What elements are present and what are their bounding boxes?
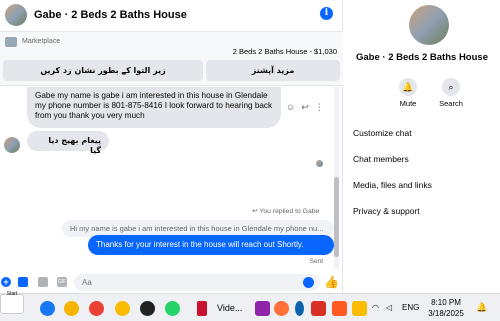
mute-button[interactable]: 🔔 Mute: [388, 78, 428, 108]
more-icon[interactable]: ⋮: [315, 102, 324, 113]
chat-pane: Gabe · 2 Beds 2 Baths House i Marketplac…: [0, 0, 343, 293]
chatgpt-icon[interactable]: [140, 301, 155, 316]
sound-icon[interactable]: ◁: [386, 303, 392, 312]
start-label: Start: [6, 291, 18, 297]
bluetooth-icon[interactable]: [295, 301, 304, 316]
message-input[interactable]: [74, 274, 320, 291]
like-icon[interactable]: 👍: [324, 275, 339, 289]
message-actions: ☺ ↩ ⋮: [286, 102, 324, 113]
marketplace-label: Marketplace: [22, 38, 61, 45]
search-icon: ⌕: [442, 78, 460, 96]
mute-label: Mute: [399, 99, 417, 108]
incoming-message[interactable]: پیغام بھیج دیا گیا: [27, 131, 109, 155]
chrome-icon[interactable]: [89, 301, 104, 316]
time-text: 8:10 PM: [431, 298, 461, 307]
reply-note: ↩ You replied to Gabe: [252, 208, 320, 215]
nba-icon[interactable]: [197, 301, 207, 316]
message-status: Sent: [309, 258, 323, 265]
whatsapp-icon[interactable]: [165, 301, 180, 316]
taskbar: Start Vide... ◠ ◁ ENG 8:10 PM 3/18/2025 …: [0, 291, 500, 321]
info-icon[interactable]: i: [320, 7, 333, 20]
plus-icon[interactable]: +: [1, 277, 11, 287]
listing-title[interactable]: 2 Beds 2 Baths House - $1,030: [233, 47, 337, 56]
chat-members-item[interactable]: Chat members: [353, 154, 409, 164]
clock[interactable]: 8:10 PM 3/18/2025: [425, 297, 467, 319]
mark-pending-button[interactable]: زیر التوا کے بطور نشان زد کریں: [3, 60, 203, 81]
scrollbar[interactable]: [334, 87, 339, 269]
app-icon[interactable]: [352, 301, 367, 316]
app-icon[interactable]: [332, 301, 347, 316]
composer: + GIF 👍: [0, 272, 343, 293]
wifi-icon[interactable]: ◠: [372, 303, 379, 312]
avatar[interactable]: [409, 5, 449, 45]
avatar[interactable]: [4, 137, 20, 153]
privacy-support-item[interactable]: Privacy & support: [353, 206, 420, 216]
search-label: Search: [439, 99, 463, 108]
video-taskbar-item[interactable]: Vide...: [217, 303, 242, 313]
details-pane: Gabe · 2 Beds 2 Baths House 🔔 Mute ⌕ Sea…: [344, 0, 500, 293]
reply-icon[interactable]: ↩: [301, 102, 309, 113]
gif-icon[interactable]: GIF: [57, 277, 67, 287]
chat-title[interactable]: Gabe · 2 Beds 2 Baths House: [34, 9, 187, 21]
chat-header: Gabe · 2 Beds 2 Baths House i: [0, 0, 343, 30]
avatar[interactable]: [5, 4, 27, 26]
app-icon[interactable]: [311, 301, 326, 316]
facebook-icon[interactable]: [40, 301, 55, 316]
photo-icon[interactable]: [18, 277, 28, 287]
app-icon[interactable]: [255, 301, 270, 316]
incoming-message[interactable]: Gabe my name is gabe i am interested in …: [27, 87, 281, 128]
search-button[interactable]: ⌕ Search: [431, 78, 471, 108]
seen-avatar: [316, 160, 323, 167]
details-title: Gabe · 2 Beds 2 Baths House: [356, 52, 488, 63]
listing-thumbnail[interactable]: [5, 37, 17, 47]
sticker-icon[interactable]: [38, 277, 48, 287]
outgoing-message[interactable]: Thanks for your interest in the house wi…: [88, 235, 334, 255]
notification-icon[interactable]: 🔔: [476, 302, 487, 313]
start-button[interactable]: Start: [0, 291, 24, 314]
paint-icon[interactable]: [64, 301, 79, 316]
emoji-react-icon[interactable]: ☺: [286, 102, 295, 113]
emoji-icon[interactable]: [303, 277, 314, 288]
messenger-window: Gabe · 2 Beds 2 Baths House i Marketplac…: [0, 0, 500, 293]
language-indicator[interactable]: ENG: [402, 303, 419, 312]
firefox-icon[interactable]: [274, 301, 289, 316]
scroll-thumb[interactable]: [334, 177, 339, 257]
date-text: 3/18/2025: [428, 309, 464, 318]
bell-icon: 🔔: [399, 78, 417, 96]
customize-chat-item[interactable]: Customize chat: [353, 128, 412, 138]
media-files-item[interactable]: Media, files and links: [353, 180, 432, 190]
chrome-icon[interactable]: [115, 301, 130, 316]
more-options-button[interactable]: مزید آپشنز: [206, 60, 340, 81]
